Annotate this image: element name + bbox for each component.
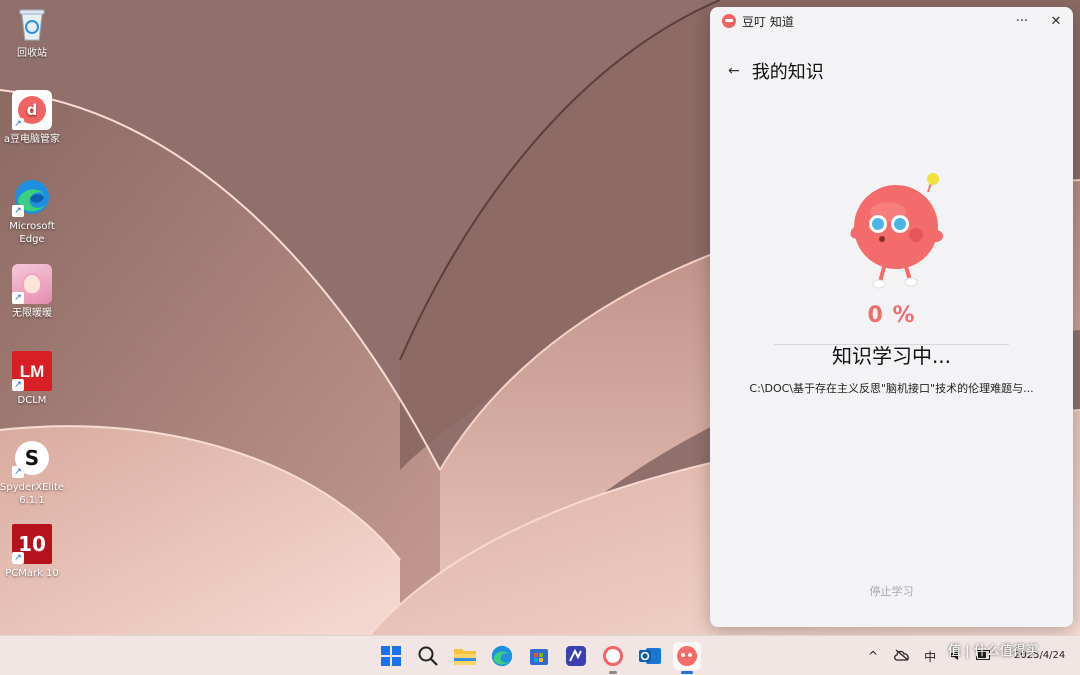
adou-icon[interactable] (599, 642, 627, 674)
desktop-icon-pcmark-10[interactable]: 10 ↗ PCMark 10 (0, 524, 64, 580)
shortcut-arrow-icon: ↗ (12, 292, 24, 304)
search-icon[interactable] (414, 642, 442, 670)
doubao-window: 豆叮 知道 ··· ✕ ← 我的知识 0 % 知识学习中... C:\DOC\基… (710, 7, 1073, 627)
dclm-icon: LM ↗ (12, 351, 52, 391)
doubao-icon[interactable] (673, 642, 701, 674)
status-text: 知识学习中... (831, 344, 952, 368)
start-icon[interactable] (377, 642, 405, 670)
window-titlebar[interactable]: 豆叮 知道 ··· ✕ (710, 7, 1073, 35)
page-header: ← 我的知识 (710, 57, 1073, 85)
desktop-icon-label: 回收站 (17, 48, 47, 59)
running-indicator (681, 671, 693, 674)
close-icon[interactable]: ✕ (1039, 7, 1073, 35)
desktop-icon-label: a豆电脑管家 (3, 134, 61, 145)
edge-icon: ↗ (12, 177, 52, 217)
more-options-icon[interactable]: ··· (1005, 7, 1039, 35)
stop-learning-button[interactable]: 停止学习 (710, 583, 1073, 599)
doubao-logo-icon (722, 14, 736, 28)
taskbar: ^ 中 2025/4/24 (0, 635, 1080, 675)
tray-chevron-icon[interactable]: ^ (868, 649, 878, 663)
infinity-nikki-icon: ↗ (12, 264, 52, 304)
desktop-icon-dclm[interactable]: LM ↗ DCLM (0, 351, 64, 407)
running-indicator (609, 671, 617, 674)
page-title: 我的知识 (751, 62, 824, 83)
onedrive-icon[interactable] (894, 649, 910, 664)
shortcut-arrow-icon: ↗ (12, 118, 24, 130)
edge-icon[interactable] (488, 642, 516, 670)
file-explorer-icon[interactable] (451, 642, 479, 670)
dclm-badge-text: LM (19, 361, 45, 381)
progress-percent: 0 % (867, 303, 916, 328)
ime-indicator[interactable]: 中 (924, 648, 936, 665)
recycle-bin-icon (12, 4, 52, 44)
shortcut-arrow-icon: ↗ (12, 379, 24, 391)
adou-pc-manager-icon: d ↗ (12, 90, 52, 130)
site-watermark: 值 | 什么值得买 (948, 644, 1039, 659)
editor-icon[interactable] (562, 642, 590, 670)
desktop-icon-label: SpyderXElite 6.1.1 (0, 482, 65, 506)
desktop-icon-label: 无限暖暖 (12, 308, 52, 319)
shortcut-arrow-icon: ↗ (12, 552, 24, 564)
desktop-icon-microsoft-edge[interactable]: ↗ Microsoft Edge (0, 177, 64, 246)
desktop-icon-adou-pc-manager[interactable]: d ↗ a豆电脑管家 (0, 90, 64, 146)
desktop-icon-label: DCLM (17, 395, 47, 406)
desktop-icon-infinity-nikki[interactable]: ↗ 无限暖暖 (0, 264, 64, 320)
spyderx-elite-icon: S ↗ (12, 438, 52, 478)
outlook-icon[interactable] (636, 642, 664, 670)
desktop-icon-recycle-bin[interactable]: 回收站 (0, 4, 64, 60)
desktop-icon-label: Microsoft Edge (9, 221, 55, 245)
back-arrow-icon[interactable]: ← (728, 63, 740, 79)
file-path: C:\DOC\基于存在主义反思"脑机接口"技术的伦理难题与... (749, 382, 1034, 395)
shortcut-arrow-icon: ↗ (12, 466, 24, 478)
desktop-icon-label: PCMark 10 (5, 568, 59, 579)
shortcut-arrow-icon: ↗ (12, 205, 24, 217)
desktop-icon-spyderx-elite[interactable]: S ↗ SpyderXElite 6.1.1 (0, 438, 64, 507)
store-icon[interactable] (525, 642, 553, 670)
pcmark-icon: 10 ↗ (12, 524, 52, 564)
spyder-badge-text: S (24, 445, 40, 470)
pcmark-badge-text: 10 (18, 531, 46, 556)
window-title: 豆叮 知道 (742, 14, 794, 29)
doubao-mascot-image (840, 172, 950, 292)
